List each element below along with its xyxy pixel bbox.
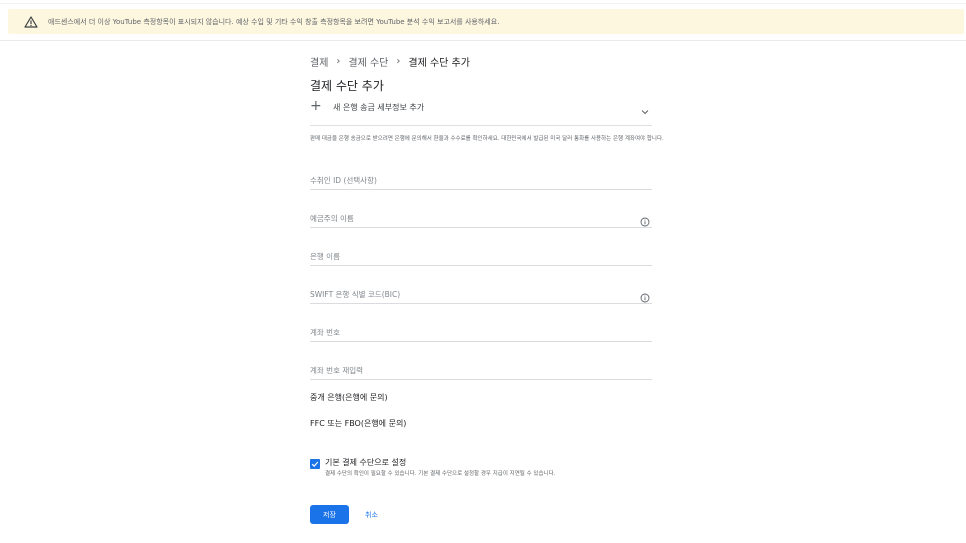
add-bank-transfer-toggle[interactable]: + 새 은행 송금 세부정보 추가 — [310, 96, 652, 118]
swift-field — [310, 282, 652, 304]
breadcrumb-payment-methods[interactable]: 결제 수단 — [348, 54, 388, 69]
banner-message: 애드센스에서 더 이상 YouTube 측정항목이 표시되지 않습니다. 예상 … — [48, 17, 500, 26]
warning-icon — [24, 15, 38, 28]
account-number-field — [310, 320, 652, 342]
top-border — [0, 0, 966, 4]
default-payment-note: 결제 수단의 확인이 필요할 수 있습니다. 기본 결제 수단으로 설정할 경우… — [325, 471, 556, 477]
save-button[interactable]: 저장 — [310, 505, 349, 524]
default-payment-checkbox[interactable] — [310, 459, 320, 469]
default-payment-option: 기본 결제 수단으로 설정 결제 수단의 확인이 필요할 수 있습니다. 기본 … — [310, 458, 555, 477]
default-payment-label: 기본 결제 수단으로 설정 — [325, 458, 407, 467]
page-title: 결제 수단 추가 — [310, 79, 384, 93]
bank-transfer-info: 판매 대금을 은행 송금으로 받으려면 은행에 문의해서 환율과 수수료를 확인… — [310, 136, 664, 142]
payee-id-input[interactable] — [310, 170, 630, 185]
breadcrumb-separator: › — [396, 56, 401, 67]
form-actions: 저장 취소 — [310, 505, 378, 524]
account-holder-input[interactable] — [310, 208, 630, 223]
warning-banner: 애드센스에서 더 이상 YouTube 측정항목이 표시되지 않습니다. 예상 … — [8, 9, 964, 34]
breadcrumb-payments[interactable]: 결제 — [310, 54, 328, 69]
bank-name-field — [310, 244, 652, 266]
chevron-down-icon[interactable] — [640, 102, 650, 115]
default-payment-text: 기본 결제 수단으로 설정 결제 수단의 확인이 필요할 수 있습니다. 기본 … — [325, 458, 555, 477]
plus-icon: + — [310, 98, 322, 114]
header-divider — [0, 40, 966, 41]
account-number-confirm-input[interactable] — [310, 360, 630, 375]
breadcrumb: 결제 › 결제 수단 › 결제 수단 추가 — [310, 54, 470, 69]
info-icon[interactable] — [640, 212, 650, 227]
payee-id-field — [310, 168, 652, 190]
check-icon — [311, 461, 319, 467]
ffc-fbo-label[interactable]: FFC 또는 FBO(은행에 문의) — [310, 418, 406, 429]
account-holder-field — [310, 206, 652, 228]
account-number-confirm-field — [310, 358, 652, 380]
add-bank-label: 새 은행 송금 세부정보 추가 — [333, 102, 425, 112]
info-icon[interactable] — [640, 288, 650, 303]
intermediary-bank-label[interactable]: 중개 은행(은행에 문의) — [310, 392, 388, 403]
account-number-input[interactable] — [310, 322, 630, 337]
breadcrumb-current: 결제 수단 추가 — [408, 58, 470, 69]
swift-input[interactable] — [310, 284, 630, 299]
section-divider — [310, 125, 652, 126]
breadcrumb-separator: › — [336, 56, 341, 67]
cancel-button[interactable]: 취소 — [365, 510, 378, 520]
bank-name-input[interactable] — [310, 246, 630, 261]
